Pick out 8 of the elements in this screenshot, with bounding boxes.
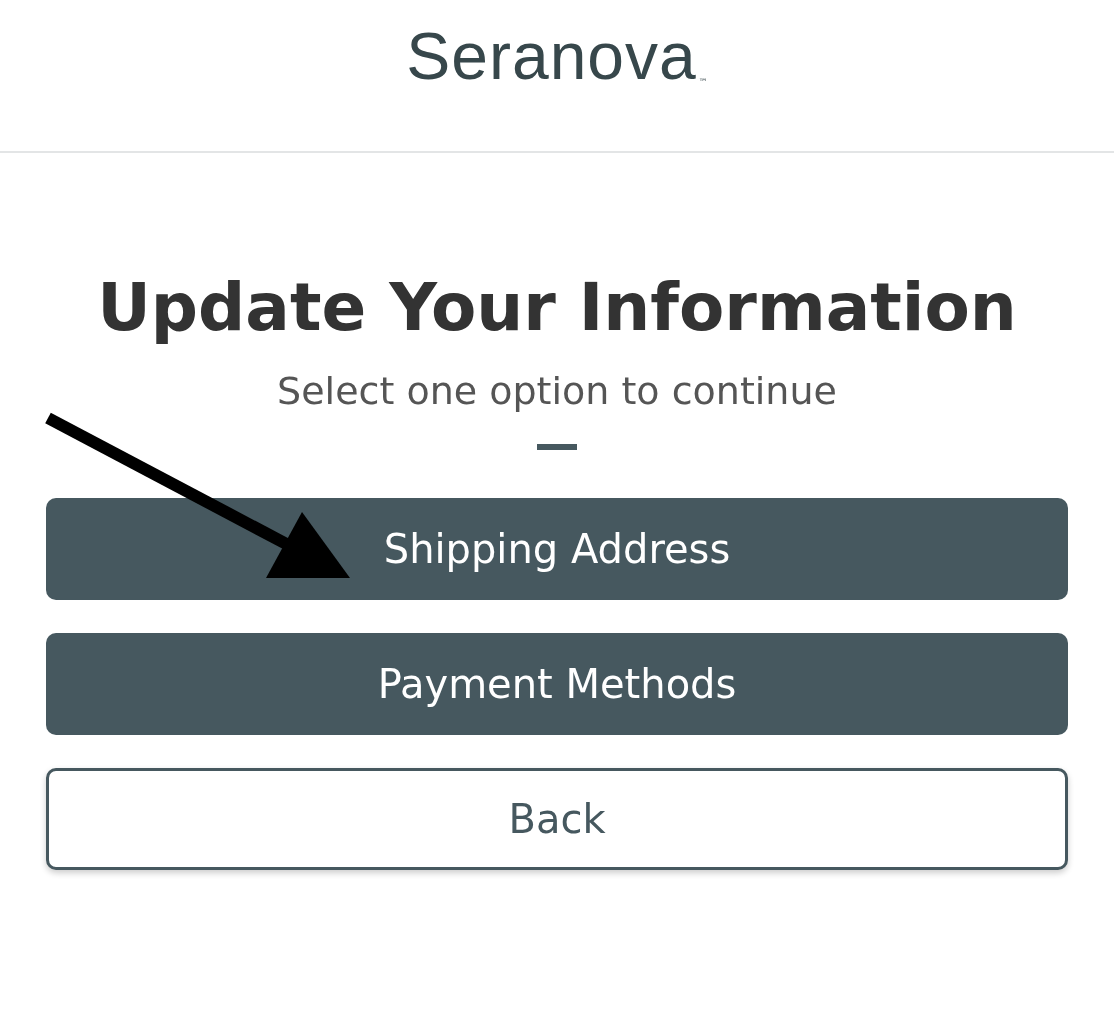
option-button[interactable]: Shipping Address: [46, 498, 1068, 600]
trademark: ™: [698, 76, 708, 87]
page-title: Update Your Information: [97, 268, 1017, 348]
logo-text: Seranova: [406, 22, 697, 89]
page-subtitle: Select one option to continue: [277, 368, 837, 415]
divider-dash: [537, 444, 577, 450]
option-button[interactable]: Payment Methods: [46, 633, 1068, 735]
back-button[interactable]: Back: [46, 768, 1068, 870]
